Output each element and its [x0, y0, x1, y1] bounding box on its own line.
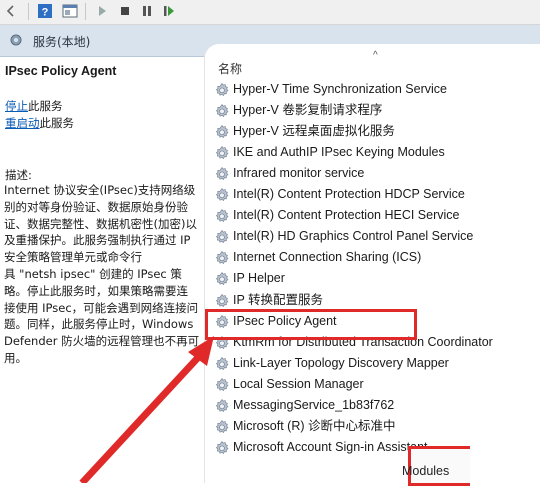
stop-icon[interactable]: [117, 3, 133, 19]
service-row[interactable]: Internet Connection Sharing (ICS): [214, 247, 540, 268]
stop-action: 停止此服务: [5, 98, 63, 115]
service-row-label: Hyper-V Time Synchronization Service: [233, 82, 447, 96]
service-gear-icon: [215, 230, 229, 244]
sort-indicator: ^: [373, 50, 378, 61]
service-row-label: Hyper-V 卷影复制请求程序: [233, 103, 383, 118]
service-row[interactable]: Hyper-V Time Synchronization Service: [214, 79, 540, 100]
service-row[interactable]: Hyper-V 卷影复制请求程序: [214, 100, 540, 121]
column-header-name[interactable]: 名称: [218, 60, 242, 77]
service-row[interactable]: Intel(R) Content Protection HDCP Service: [214, 184, 540, 205]
service-row-label: Intel(R) Content Protection HDCP Service: [233, 187, 465, 202]
service-row-label: Microsoft Account Sign-in Assistant: [233, 439, 428, 454]
service-gear-icon: [215, 209, 229, 223]
description-text: Internet 协议安全(IPsec)支持网络级 别的对等身份验证、数据原始身…: [4, 183, 200, 365]
service-row-label: MessagingService_1b83f762: [233, 397, 395, 412]
service-gear-icon: [215, 82, 229, 96]
service-row[interactable]: IKE and AuthIP IPsec Keying Modules: [214, 142, 540, 163]
service-gear-icon: [215, 419, 229, 433]
service-row[interactable]: Intel(R) HD Graphics Control Panel Servi…: [214, 226, 540, 247]
toolbar: ?: [0, 0, 540, 25]
service-row[interactable]: Microsoft (R) 诊断中心标准中: [214, 416, 540, 437]
action-suffix: 此服务: [28, 99, 63, 113]
service-gear-icon: [215, 377, 229, 391]
toolbar-separator: [85, 3, 86, 20]
service-row[interactable]: Microsoft Account Sign-in Assistant: [214, 437, 540, 458]
service-row-label: Infrared monitor service: [233, 166, 365, 181]
service-row[interactable]: Hyper-V 远程桌面虚拟化服务: [214, 121, 540, 142]
highlight-box: [205, 309, 417, 340]
service-row[interactable]: Local Session Manager: [214, 374, 540, 395]
service-row[interactable]: IP Helper: [214, 268, 540, 289]
service-gear-icon: [215, 293, 229, 307]
service-gear-icon: [215, 125, 229, 139]
service-gear-icon: [215, 167, 229, 181]
service-row-label: Intel(R) Content Protection HECI Service: [233, 208, 460, 223]
service-gear-icon: [215, 104, 229, 117]
gear-icon: [10, 34, 22, 46]
service-row-label: Internet Connection Sharing (ICS): [233, 250, 422, 265]
service-row-label: Local Session Manager: [233, 376, 364, 391]
service-row-label: IKE and AuthIP IPsec Keying Modules: [233, 145, 445, 160]
service-gear-icon: [215, 398, 229, 412]
details-pane: IPsec Policy Agent 停止此服务 重启动此服务 描述: Inte…: [0, 57, 210, 483]
service-row[interactable]: MessagingService_1b83f762: [214, 395, 540, 416]
restart-service-link[interactable]: 重启动: [5, 116, 40, 130]
service-row[interactable]: Link-Layer Topology Discovery Mapper: [214, 353, 540, 374]
service-name: IPsec Policy Agent: [5, 64, 117, 78]
service-row-label: Intel(R) HD Graphics Control Panel Servi…: [233, 229, 474, 244]
toolbar-separator: [28, 3, 29, 20]
header-title: 服务(本地): [33, 35, 91, 49]
service-gear-icon: [215, 272, 229, 286]
pause-icon[interactable]: [139, 3, 155, 19]
annotation-label: Modules: [402, 464, 450, 478]
properties-icon[interactable]: [62, 3, 78, 19]
service-gear-icon: [215, 146, 229, 160]
service-gear-icon: [215, 188, 229, 202]
resume-icon[interactable]: [161, 3, 177, 19]
back-icon[interactable]: [3, 3, 19, 19]
restart-action: 重启动此服务: [5, 115, 74, 132]
service-row-label: Hyper-V 远程桌面虚拟化服务: [233, 124, 395, 139]
stop-service-link[interactable]: 停止: [5, 99, 28, 113]
service-row-label: IP Helper: [233, 271, 285, 286]
service-row-label: Microsoft (R) 诊断中心标准中: [233, 418, 396, 433]
service-row-label: IP 转换配置服务: [233, 292, 324, 307]
svg-text:?: ?: [42, 7, 49, 19]
service-row[interactable]: Intel(R) Content Protection HECI Service: [214, 205, 540, 226]
action-suffix: 此服务: [39, 116, 75, 130]
help-icon[interactable]: ?: [37, 3, 53, 19]
service-gear-icon: [215, 251, 229, 265]
play-icon[interactable]: [94, 3, 110, 19]
service-row[interactable]: Infrared monitor service: [214, 163, 540, 184]
service-row[interactable]: IP 转换配置服务: [214, 290, 540, 311]
service-row-label: Link-Layer Topology Discovery Mapper: [233, 355, 449, 370]
service-gear-icon: [215, 356, 229, 370]
service-gear-icon: [215, 440, 229, 454]
